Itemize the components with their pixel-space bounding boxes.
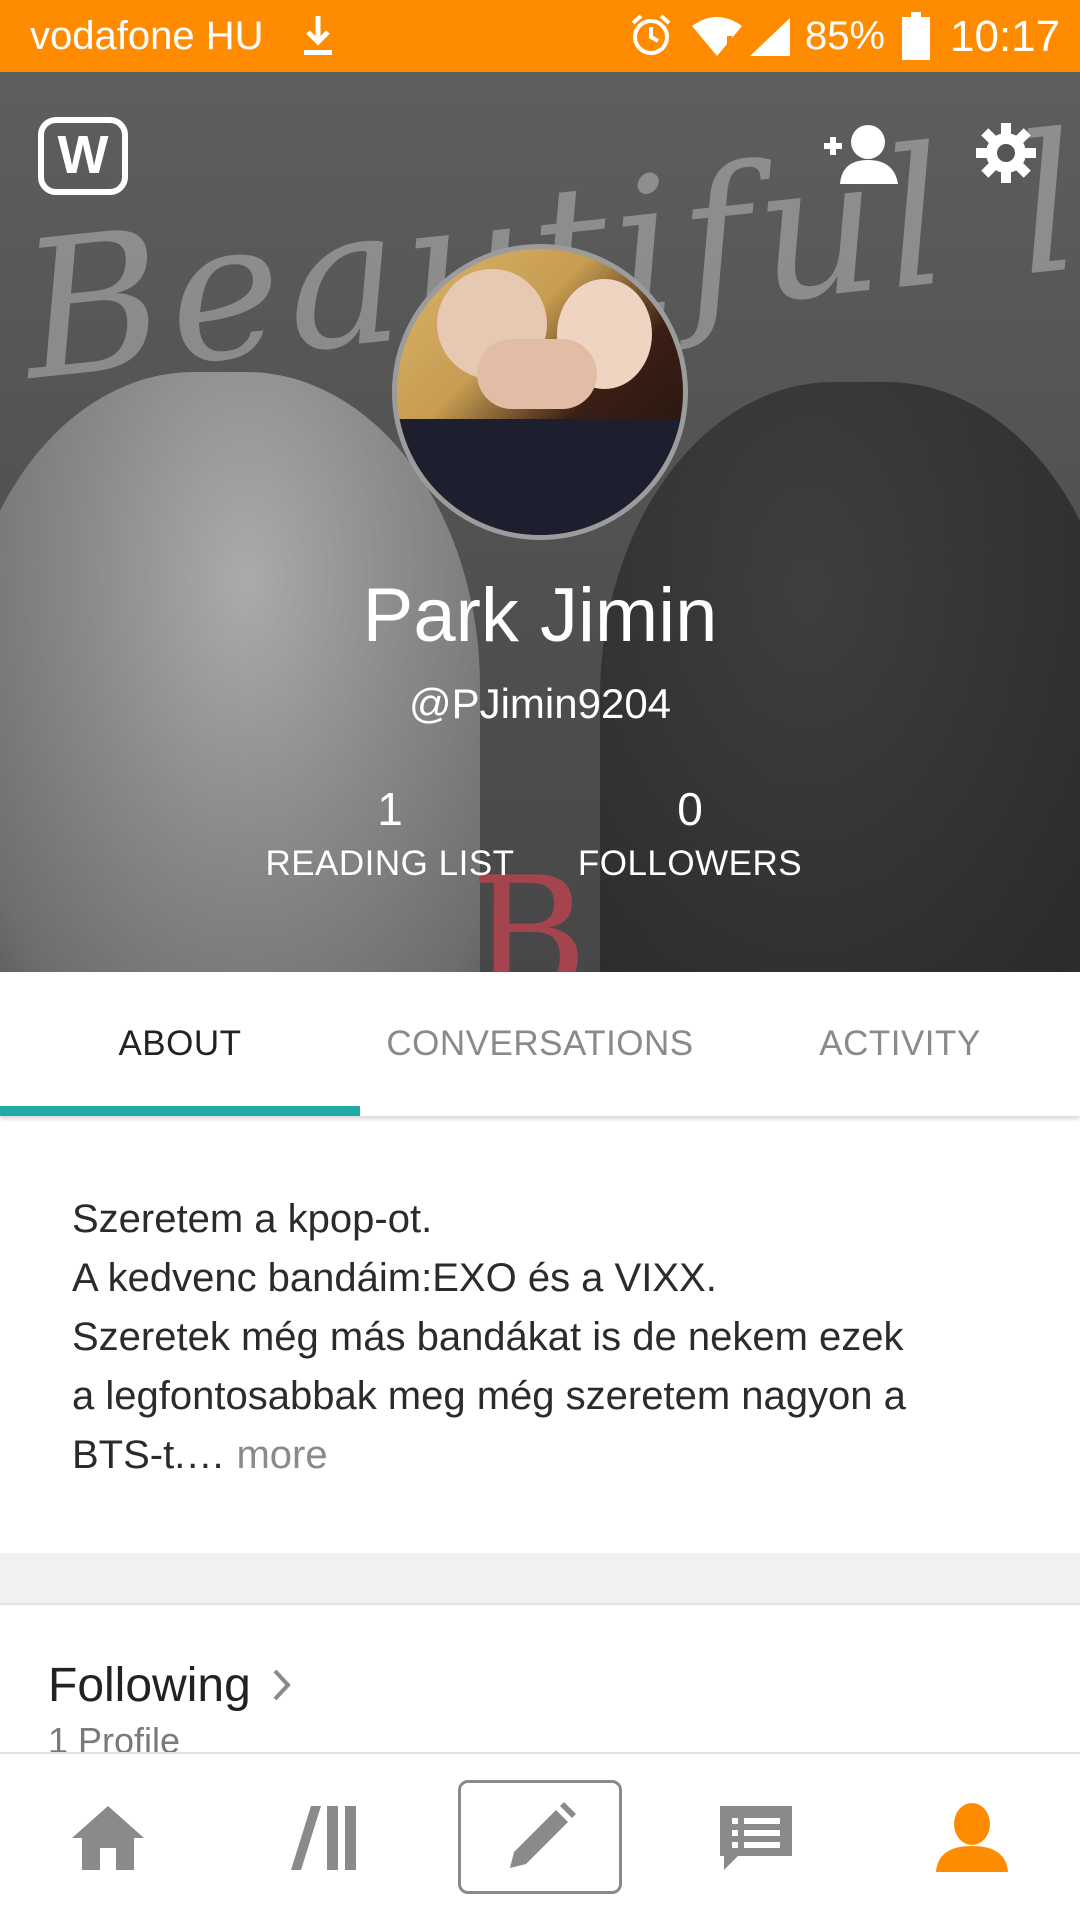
- tab-activity[interactable]: ACTIVITY: [720, 972, 1080, 1116]
- wattpad-logo-icon[interactable]: W: [38, 117, 128, 195]
- profile-header: Beautiful liar B W: [0, 72, 1080, 972]
- clock: 10:17: [950, 12, 1061, 61]
- add-friend-icon[interactable]: [818, 122, 902, 193]
- settings-icon[interactable]: [975, 122, 1037, 189]
- status-bar: vodafone HU 85% 10:17: [0, 0, 1080, 72]
- write-icon: [510, 1802, 576, 1868]
- nav-profile[interactable]: [864, 1754, 1080, 1922]
- more-link[interactable]: more: [225, 1433, 327, 1477]
- avatar[interactable]: [392, 244, 688, 540]
- battery-icon: [902, 12, 930, 65]
- bottom-nav: [0, 1752, 1080, 1922]
- nav-write[interactable]: [432, 1754, 648, 1922]
- following-title[interactable]: Following: [48, 1658, 251, 1713]
- reading-list-stat[interactable]: 1 READING LIST: [240, 782, 540, 884]
- section-divider: [0, 1553, 1080, 1605]
- signal-icon: [748, 16, 792, 63]
- tab-conversations[interactable]: CONVERSATIONS: [360, 972, 720, 1116]
- profile-handle: @PJimin9204: [408, 680, 672, 727]
- nav-messages[interactable]: [648, 1754, 864, 1922]
- home-icon: [72, 1806, 144, 1870]
- download-icon: [300, 14, 336, 63]
- reading-list-label: READING LIST: [265, 844, 515, 883]
- chevron-right-icon[interactable]: [270, 1665, 294, 1710]
- alarm-icon: [628, 12, 674, 63]
- carrier-label: vodafone HU: [30, 14, 264, 58]
- tab-about[interactable]: ABOUT: [0, 972, 360, 1116]
- messages-icon: [720, 1806, 792, 1870]
- battery-percent: 85%: [805, 14, 886, 58]
- library-icon: [291, 1806, 356, 1870]
- active-tab-indicator: [0, 1106, 360, 1116]
- nav-library[interactable]: [216, 1754, 432, 1922]
- nav-home[interactable]: [0, 1754, 216, 1922]
- profile-tabs: ABOUT CONVERSATIONS ACTIVITY: [0, 972, 1080, 1116]
- about-description: Szeretem a kpop-ot. A kedvenc bandáim:EX…: [72, 1190, 972, 1485]
- followers-count: 0: [677, 783, 703, 835]
- followers-stat[interactable]: 0 FOLLOWERS: [540, 782, 840, 884]
- reading-list-count: 1: [377, 783, 403, 835]
- profile-name: Park Jimin: [362, 573, 718, 658]
- about-text: Szeretem a kpop-ot. A kedvenc bandáim:EX…: [72, 1197, 906, 1477]
- wifi-icon: [690, 16, 744, 63]
- profile-icon: [936, 1803, 1008, 1872]
- followers-label: FOLLOWERS: [577, 844, 803, 883]
